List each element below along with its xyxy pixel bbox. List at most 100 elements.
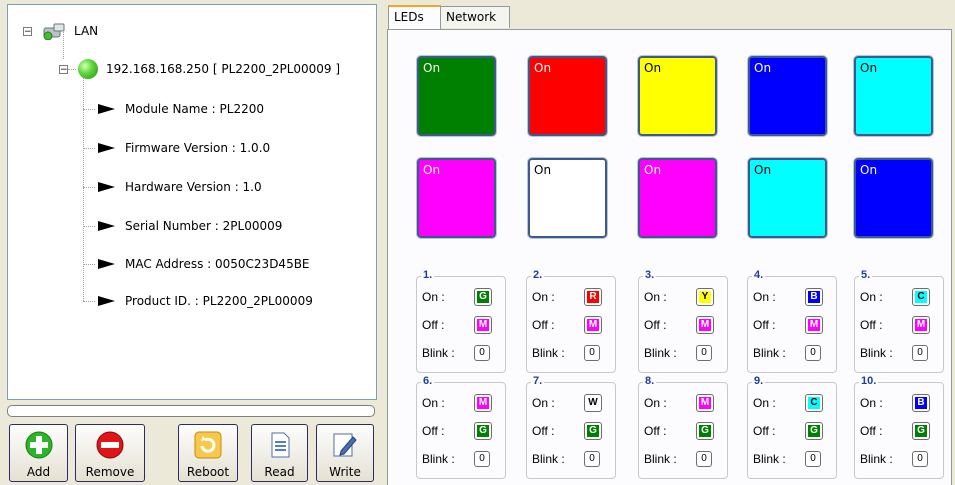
led-color-swatch[interactable]: On (637, 55, 718, 137)
tree-node-device[interactable]: − 192.168.168.250 [ PL2200_2PL00009 ] (59, 59, 340, 79)
led-color-swatch[interactable]: On (747, 55, 828, 137)
off-color-picker[interactable]: G (912, 422, 930, 440)
blink-value-field[interactable]: 0 (805, 451, 821, 467)
read-button[interactable]: Read (251, 424, 308, 482)
on-color-picker[interactable]: B (912, 394, 930, 412)
tree-node-property[interactable]: MAC Address : 0050C23D45BE (98, 254, 310, 274)
led-color-swatch[interactable]: On (747, 157, 828, 239)
on-row-label: On : (860, 290, 883, 304)
led-color-swatch[interactable]: On (637, 157, 718, 239)
blink-row: Blink : 0 (644, 343, 726, 363)
led-config-group: 8. On : M Off : G Blink : 0 (638, 375, 728, 479)
blink-value-field[interactable]: 0 (696, 345, 712, 361)
off-row: Off : G (753, 421, 835, 441)
off-row-label: Off : (753, 424, 776, 438)
tree-node-property[interactable]: Product ID. : PL2200_2PL00009 (98, 291, 313, 311)
tree-node-property[interactable]: Module Name : PL2200 (98, 99, 264, 119)
off-color-picker[interactable]: G (805, 422, 823, 440)
arrow-right-icon (98, 221, 115, 231)
remove-button[interactable]: Remove (75, 424, 145, 482)
led-color-swatch[interactable]: On (416, 157, 497, 239)
blink-value-field[interactable]: 0 (912, 345, 928, 361)
property-label: Product ID. : PL2200_2PL00009 (125, 294, 313, 308)
write-button-label: Write (329, 465, 361, 479)
on-color-picker[interactable]: B (805, 288, 823, 306)
on-color-picker[interactable]: C (912, 288, 930, 306)
blink-value-field[interactable]: 0 (696, 451, 712, 467)
tab-leds[interactable]: LEDs (388, 5, 441, 29)
add-icon (25, 431, 52, 459)
tree-node-property[interactable]: Serial Number : 2PL00009 (98, 216, 282, 236)
blink-row: Blink : 0 (860, 449, 942, 469)
blink-value-field[interactable]: 0 (584, 345, 600, 361)
swatch-label: On (754, 61, 772, 75)
tree-node-property[interactable]: Firmware Version : 1.0.0 (98, 138, 270, 158)
led-color-swatch[interactable]: On (416, 55, 497, 137)
off-color-picker[interactable]: M (474, 316, 492, 334)
tree-connector (68, 68, 76, 70)
led-color-swatch[interactable]: On (853, 157, 934, 239)
tree-connector (83, 148, 95, 149)
property-label: Serial Number : 2PL00009 (125, 219, 283, 233)
off-color-picker[interactable]: G (584, 422, 602, 440)
blink-value-field[interactable]: 0 (474, 345, 490, 361)
off-color-picker[interactable]: G (696, 422, 714, 440)
led-color-swatch[interactable]: On (853, 55, 934, 137)
blink-value-field[interactable]: 0 (474, 451, 490, 467)
off-row: Off : G (422, 421, 504, 441)
on-color-picker[interactable]: W (584, 394, 602, 412)
swatch-label: On (644, 163, 662, 177)
tree-node-property[interactable]: Hardware Version : 1.0 (98, 177, 262, 197)
led-color-swatch[interactable]: On (527, 55, 608, 137)
off-color-picker[interactable]: M (912, 316, 930, 334)
blink-value-field[interactable]: 0 (805, 345, 821, 361)
on-color-picker[interactable]: C (805, 394, 823, 412)
off-row: Off : M (860, 315, 942, 335)
off-color-picker[interactable]: M (805, 316, 823, 334)
swatch-label: On (860, 163, 878, 177)
swatch-label: On (860, 61, 878, 75)
tree-connector (83, 109, 95, 110)
blink-value-field[interactable]: 0 (912, 451, 928, 467)
on-color-picker[interactable]: M (696, 394, 714, 412)
arrow-right-icon (98, 182, 115, 192)
off-color-picker-letter: M (587, 319, 599, 331)
add-button-label: Add (26, 465, 51, 479)
blink-value-field[interactable]: 0 (584, 451, 600, 467)
led-color-swatch[interactable]: On (527, 157, 608, 239)
on-row-label: On : (422, 396, 445, 410)
off-row-label: Off : (532, 424, 555, 438)
on-color-picker[interactable]: G (474, 288, 492, 306)
on-color-picker-letter: R (587, 291, 599, 303)
device-tree[interactable]: − LAN − 192.168.168.250 [ PL2200_2PL0000… (7, 4, 377, 400)
on-color-picker[interactable]: R (584, 288, 602, 306)
off-color-picker[interactable]: G (474, 422, 492, 440)
off-row: Off : M (532, 315, 614, 335)
tab-network[interactable]: Network (440, 6, 510, 28)
read-button-label: Read (264, 465, 295, 479)
swatch-label: On (644, 61, 662, 75)
off-row: Off : M (422, 315, 504, 335)
write-button[interactable]: Write (316, 424, 374, 482)
reboot-button[interactable]: Reboot (178, 424, 238, 482)
blink-row: Blink : 0 (860, 343, 942, 363)
tree-connector (83, 301, 95, 302)
on-color-picker-letter: W (587, 397, 599, 409)
tree-node-lan[interactable]: − LAN (23, 21, 98, 41)
tree-node-label: 192.168.168.250 [ PL2200_2PL00009 ] (106, 62, 341, 76)
off-color-picker[interactable]: M (696, 316, 714, 334)
tree-node-label: LAN (74, 24, 99, 38)
off-color-picker[interactable]: M (584, 316, 602, 334)
collapse-icon[interactable]: − (59, 64, 68, 74)
on-color-picker-letter: C (808, 397, 820, 409)
on-color-picker[interactable]: Y (696, 288, 714, 306)
blink-row: Blink : 0 (422, 343, 504, 363)
blink-row: Blink : 0 (644, 449, 726, 469)
collapse-icon[interactable]: − (23, 26, 32, 36)
off-row-label: Off : (860, 318, 883, 332)
on-color-picker[interactable]: M (474, 394, 492, 412)
on-color-picker-letter: M (699, 397, 711, 409)
off-color-picker-letter: M (699, 319, 711, 331)
on-row-label: On : (532, 396, 555, 410)
add-button[interactable]: Add (9, 424, 68, 482)
